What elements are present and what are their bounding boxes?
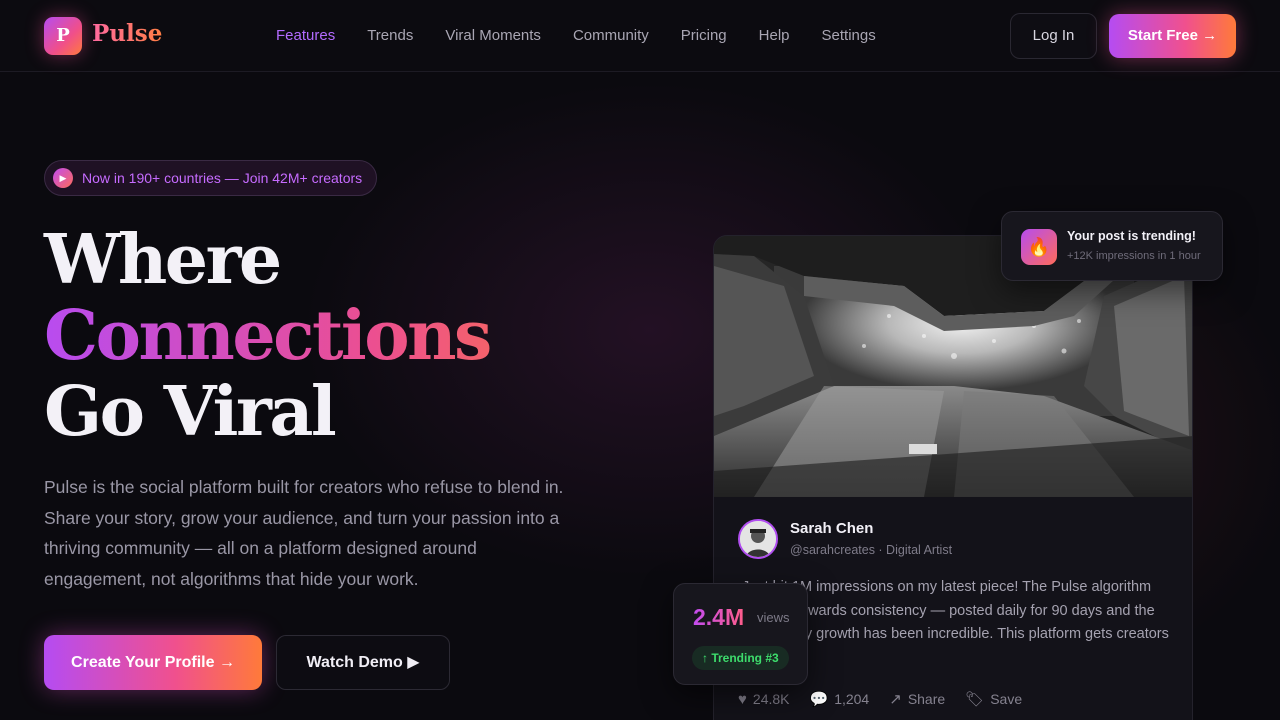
bookmark-icon: 🏷 bbox=[965, 691, 985, 708]
brand-name[interactable]: Pulse bbox=[92, 20, 162, 47]
create-profile-button[interactable]: Create Your Profile → bbox=[44, 635, 262, 690]
notification-subtitle: +12K impressions in 1 hour bbox=[1067, 250, 1201, 262]
notification-title: Your post is trending! bbox=[1067, 229, 1196, 243]
heart-icon: ♥ bbox=[738, 690, 747, 708]
watch-demo-button[interactable]: Watch Demo ▶ bbox=[276, 635, 450, 690]
nav-link-pricing[interactable]: Pricing bbox=[681, 27, 727, 44]
nav-link-help[interactable]: Help bbox=[759, 27, 790, 44]
views-number: 2.4M bbox=[693, 604, 745, 630]
start-free-button[interactable]: Start Free → bbox=[1109, 14, 1236, 58]
top-navigation: P Pulse Features Trends Viral Moments Co… bbox=[0, 0, 1280, 72]
share-arrow-icon: ↗ bbox=[889, 691, 902, 708]
author-name[interactable]: Sarah Chen bbox=[790, 520, 873, 537]
comment-count: 1,204 bbox=[834, 691, 870, 707]
badge-text: Now in 190+ countries — Join 42M+ creato… bbox=[82, 170, 363, 186]
trending-badge: ↑ Trending #3 bbox=[692, 646, 789, 670]
save-label: Save bbox=[990, 691, 1023, 707]
nav-link-trends[interactable]: Trends bbox=[367, 27, 413, 44]
headline-line-3: Go Viral bbox=[44, 372, 337, 452]
logo-icon[interactable]: P bbox=[44, 17, 82, 55]
fire-icon: 🔥 bbox=[1021, 229, 1057, 265]
trending-notification[interactable]: 🔥 Your post is trending! +12K impression… bbox=[1001, 211, 1223, 281]
nav-link-community[interactable]: Community bbox=[573, 27, 649, 44]
headline-line-1: Where bbox=[44, 220, 282, 300]
nav-links: Features Trends Viral Moments Community … bbox=[276, 27, 908, 44]
nav-link-features[interactable]: Features bbox=[276, 27, 335, 44]
post-actions: ♥ 24.8K 💬 1,204 ↗ Share 🏷 Save bbox=[738, 690, 1042, 709]
nav-link-viral-moments[interactable]: Viral Moments bbox=[445, 27, 541, 44]
avatar-image bbox=[740, 521, 776, 557]
author-avatar[interactable] bbox=[738, 519, 778, 559]
comment-button[interactable]: 💬 1,204 bbox=[810, 690, 870, 708]
like-count: 24.8K bbox=[752, 691, 790, 707]
nav-link-settings[interactable]: Settings bbox=[822, 27, 876, 44]
share-label: Share bbox=[907, 691, 946, 707]
play-icon: ▶ bbox=[53, 168, 73, 188]
headline-line-2: Connections bbox=[44, 298, 644, 374]
announcement-badge[interactable]: ▶ Now in 190+ countries — Join 42M+ crea… bbox=[44, 160, 377, 196]
comment-icon: 💬 bbox=[809, 691, 829, 708]
like-button[interactable]: ♥ 24.8K bbox=[738, 691, 790, 708]
hero-headline: Where Connections Go Viral bbox=[44, 222, 644, 450]
save-button[interactable]: 🏷 Save bbox=[965, 690, 1022, 708]
hero-description: Pulse is the social platform built for c… bbox=[44, 477, 564, 590]
author-handle: @sarahcreates · Digital Artist bbox=[790, 543, 953, 557]
views-label: views bbox=[757, 610, 790, 625]
views-stat-card: 2.4M views ↑ Trending #3 bbox=[673, 583, 808, 685]
share-button[interactable]: ↗ Share bbox=[889, 690, 945, 708]
login-button[interactable]: Log In bbox=[1010, 13, 1097, 59]
